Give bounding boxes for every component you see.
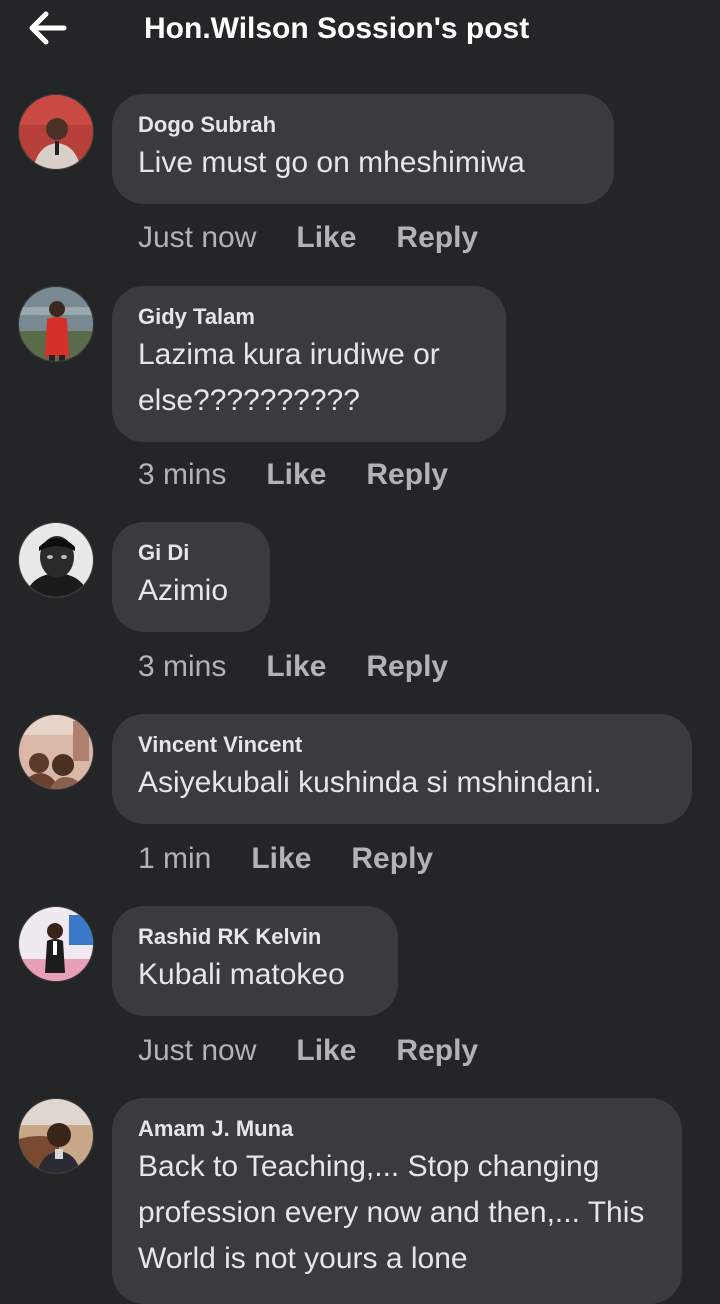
comment-time[interactable]: 1 min — [138, 842, 211, 876]
profile-photo — [19, 95, 93, 169]
profile-photo — [19, 523, 93, 597]
comment-actions: Just now Like Reply — [138, 1031, 478, 1071]
comment-text: Asiyekubali kushinda si mshindani. — [138, 766, 602, 799]
comment-author[interactable]: Gidy Talam — [138, 304, 480, 330]
comment-time[interactable]: Just now — [138, 1034, 256, 1068]
comment-bubble[interactable]: Vincent Vincent Asiyekubali kushinda si … — [112, 714, 692, 824]
avatar[interactable] — [18, 714, 94, 790]
comment-author[interactable]: Dogo Subrah — [138, 112, 588, 138]
like-button[interactable]: Like — [266, 458, 326, 492]
top-bar: Hon.Wilson Sossion's post — [0, 0, 720, 64]
comment-time[interactable]: 3 mins — [138, 458, 226, 492]
avatar[interactable] — [18, 94, 94, 170]
comment-text: Live must go on mheshimiwa — [138, 146, 525, 179]
comment-time[interactable]: Just now — [138, 221, 256, 255]
reply-button[interactable]: Reply — [396, 221, 478, 255]
like-button[interactable]: Like — [266, 650, 326, 684]
comment-author[interactable]: Rashid RK Kelvin — [138, 924, 372, 950]
comment-actions: 3 mins Like Reply — [138, 647, 448, 687]
back-button[interactable] — [24, 8, 72, 48]
profile-photo — [19, 907, 93, 981]
reply-button[interactable]: Reply — [351, 842, 433, 876]
comment-actions: 1 min Like Reply — [138, 839, 433, 879]
profile-photo — [19, 715, 93, 789]
avatar[interactable] — [18, 906, 94, 982]
reply-button[interactable]: Reply — [366, 458, 448, 492]
comment-text: Lazima kura irudiwe or else?????????? — [138, 338, 440, 417]
comment-actions: Just now Like Reply — [138, 218, 478, 258]
avatar[interactable] — [18, 286, 94, 362]
comment-text: Azimio — [138, 574, 229, 607]
comment-author[interactable]: Vincent Vincent — [138, 732, 666, 758]
comment-bubble[interactable]: Gidy Talam Lazima kura irudiwe or else??… — [112, 286, 506, 442]
comment-bubble[interactable]: Rashid RK Kelvin Kubali matokeo — [112, 906, 398, 1016]
comment-time[interactable]: 3 mins — [138, 650, 226, 684]
comment-bubble[interactable]: Amam J. Muna Back to Teaching,... Stop c… — [112, 1098, 682, 1304]
avatar[interactable] — [18, 522, 94, 598]
comment-bubble[interactable]: Dogo Subrah Live must go on mheshimiwa — [112, 94, 614, 204]
comment-bubble[interactable]: Gi Di Azimio — [112, 522, 270, 632]
like-button[interactable]: Like — [296, 221, 356, 255]
comment-text: Kubali matokeo — [138, 958, 345, 991]
comment-actions: 3 mins Like Reply — [138, 455, 448, 495]
reply-button[interactable]: Reply — [396, 1034, 478, 1068]
comment-author[interactable]: Amam J. Muna — [138, 1116, 656, 1142]
profile-photo — [19, 287, 93, 361]
like-button[interactable]: Like — [296, 1034, 356, 1068]
reply-button[interactable]: Reply — [366, 650, 448, 684]
comment-text: Back to Teaching,... Stop changing profe… — [138, 1150, 645, 1275]
arrow-left-icon — [29, 11, 67, 45]
page-title: Hon.Wilson Sossion's post — [144, 12, 530, 45]
comment-author[interactable]: Gi Di — [138, 540, 244, 566]
like-button[interactable]: Like — [251, 842, 311, 876]
avatar[interactable] — [18, 1098, 94, 1174]
profile-photo — [19, 1099, 93, 1173]
